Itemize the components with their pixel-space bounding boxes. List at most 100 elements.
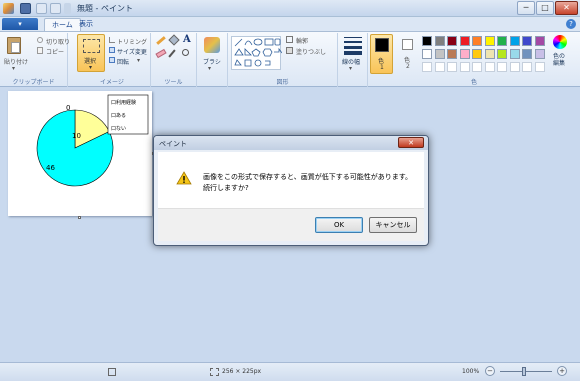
palette-swatch[interactable] [497, 49, 507, 59]
minimize-button[interactable]: ─ [517, 1, 535, 15]
fill-icon [286, 47, 293, 54]
palette-swatch[interactable] [447, 49, 457, 59]
custom-color-slot[interactable] [434, 62, 445, 72]
edit-colors-button[interactable]: 色の編集 [551, 53, 567, 67]
palette-swatch[interactable] [434, 36, 445, 46]
close-button[interactable]: ✕ [555, 1, 578, 15]
dialog-message-line1: 画像をこの形式で保存すると、画質が低下する可能性があります。 [203, 173, 413, 181]
custom-color-slot[interactable] [522, 62, 532, 72]
legend-item-no: 口ない [111, 125, 126, 132]
outline-button[interactable]: 輪郭 [296, 36, 308, 45]
paste-icon[interactable] [7, 37, 21, 54]
zoom-slider-thumb[interactable] [522, 367, 526, 376]
cut-icon [37, 37, 43, 43]
rotate-button[interactable]: 回転 [117, 57, 129, 66]
edit-colors-icon[interactable] [553, 35, 567, 49]
palette-swatch[interactable] [422, 36, 432, 46]
custom-color-slot[interactable] [484, 62, 495, 72]
brushes-dropdown-icon[interactable]: ▾ [208, 65, 211, 72]
paste-dropdown-icon[interactable]: ▾ [12, 65, 15, 72]
custom-color-slot[interactable] [422, 62, 432, 72]
rotate-dropdown-icon[interactable]: ▾ [137, 57, 140, 64]
custom-color-slot[interactable] [459, 62, 470, 72]
fill-bucket-icon[interactable] [168, 34, 180, 46]
crop-icon [109, 37, 115, 43]
colors-group: 色 1 色 2 色の編集 色 [368, 33, 580, 87]
palette-swatch[interactable] [522, 49, 532, 59]
palette-swatch[interactable] [497, 36, 507, 46]
palette-swatch[interactable] [472, 36, 482, 46]
image-group-label: イメージ [100, 79, 124, 86]
redo-icon[interactable] [50, 3, 61, 14]
palette-swatch[interactable] [422, 49, 432, 59]
crop-button[interactable]: トリミング [117, 37, 147, 46]
legend-item-experience: 口利用経験 [111, 99, 136, 106]
text-tool-icon[interactable]: A [183, 34, 191, 45]
title-bar: 無題 - ペイント ─ □ ✕ [0, 0, 580, 17]
palette-swatch[interactable] [459, 36, 470, 46]
pencil-icon[interactable] [156, 36, 166, 45]
palette-swatch[interactable] [484, 36, 495, 46]
tab-view[interactable]: 表示 [72, 18, 100, 31]
color1-button[interactable]: 色 1 [370, 34, 393, 74]
color-picker-icon[interactable] [168, 49, 176, 58]
select-button[interactable]: 選択 ▾ [77, 34, 105, 72]
canvas-resize-handle[interactable] [78, 216, 81, 219]
save-icon[interactable] [20, 3, 31, 14]
zoom-level: 100% [462, 368, 480, 375]
palette-swatch[interactable] [447, 36, 457, 46]
brushes-button[interactable]: ブラシ [203, 57, 221, 66]
shapes-group: 輪郭 塗りつぶし 図形 [228, 33, 338, 87]
cut-button[interactable]: 切り取り [46, 37, 70, 46]
status-bar: 256 × 225px 100% − + [0, 362, 580, 381]
copy-button[interactable]: コピー [46, 47, 64, 56]
dialog-footer: OK キャンセル [158, 208, 424, 241]
eraser-icon[interactable] [155, 48, 167, 59]
color2-swatch [402, 39, 413, 50]
palette-swatch[interactable] [534, 49, 545, 59]
drawing-canvas[interactable]: 0 10 46 口利用経験 口ある 口ない [8, 91, 152, 216]
line-width-icon[interactable] [344, 37, 362, 55]
paste-button[interactable]: 貼り付け [4, 57, 28, 66]
magnifier-icon[interactable] [182, 49, 189, 56]
custom-color-slot[interactable] [497, 62, 507, 72]
custom-color-slot[interactable] [447, 62, 457, 72]
palette-swatch[interactable] [484, 49, 495, 59]
palette-swatch[interactable] [509, 36, 520, 46]
cancel-button[interactable]: キャンセル [369, 217, 417, 233]
undo-icon[interactable] [36, 3, 47, 14]
brush-icon[interactable] [204, 37, 220, 53]
palette-swatch[interactable] [509, 49, 520, 59]
zoom-slider[interactable] [500, 367, 552, 376]
customize-quick-access-icon[interactable] [64, 3, 71, 14]
ok-button[interactable]: OK [315, 217, 363, 233]
color2-number: 2 [406, 63, 410, 70]
zoom-out-button[interactable]: − [485, 366, 495, 376]
color2-button[interactable]: 色 2 [396, 34, 419, 74]
dialog-title-bar: ペイント ✕ [154, 136, 428, 150]
pie-label-zero: 0 [66, 104, 70, 112]
fill-button[interactable]: 塗りつぶし [296, 47, 326, 56]
zoom-in-button[interactable]: + [557, 366, 567, 376]
custom-color-slot[interactable] [534, 62, 545, 72]
palette-swatch[interactable] [434, 49, 445, 59]
palette-swatch[interactable] [459, 49, 470, 59]
paint-app-icon[interactable] [3, 3, 14, 14]
resize-button[interactable]: サイズ変更 [117, 47, 147, 56]
palette-swatch[interactable] [472, 49, 482, 59]
select-dropdown-icon: ▾ [89, 64, 93, 71]
file-menu-button[interactable]: ▾ [2, 18, 38, 30]
select-rect-icon [83, 39, 100, 53]
custom-color-slot[interactable] [509, 62, 520, 72]
canvas-pie-chart: 0 10 46 口利用経験 口ある 口ない [36, 94, 149, 187]
custom-color-slot[interactable] [472, 62, 482, 72]
color-palette [422, 36, 556, 76]
palette-swatch[interactable] [534, 36, 545, 46]
color1-swatch [375, 38, 389, 52]
help-icon[interactable]: ? [566, 19, 576, 29]
dialog-close-button[interactable]: ✕ [398, 137, 424, 148]
shape-gallery[interactable] [231, 36, 283, 70]
line-width-dropdown-icon[interactable]: ▾ [349, 65, 352, 72]
maximize-button[interactable]: □ [536, 1, 554, 15]
palette-swatch[interactable] [522, 36, 532, 46]
